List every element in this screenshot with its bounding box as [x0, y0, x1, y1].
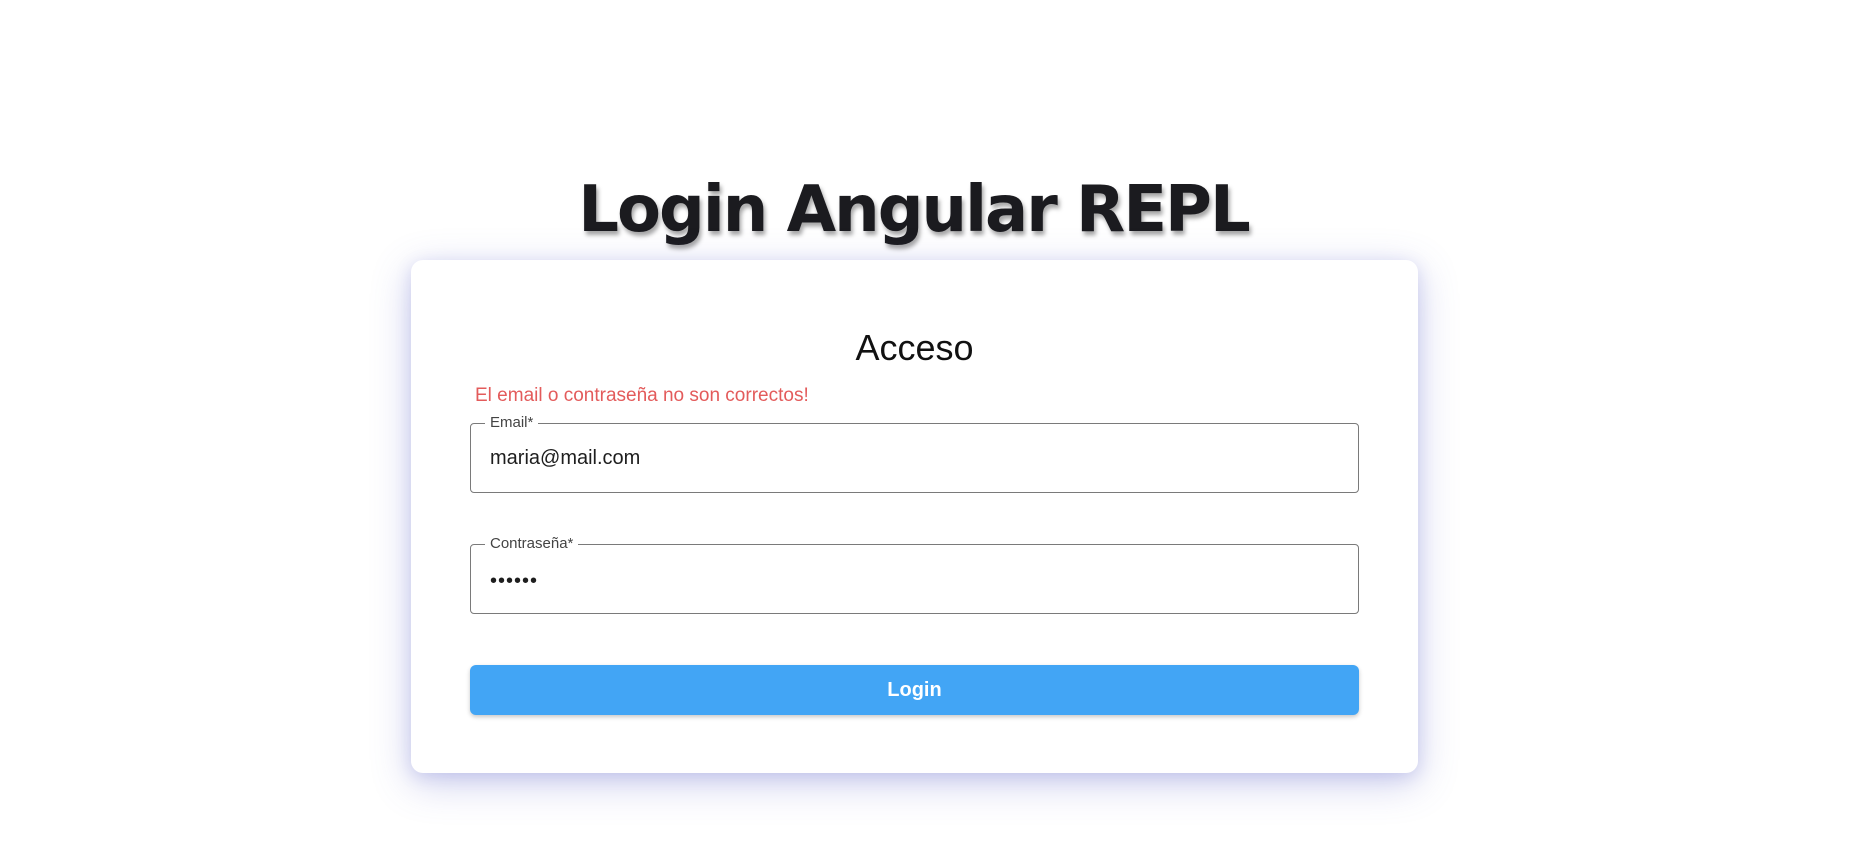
- card-title: Acceso: [855, 327, 974, 368]
- password-input[interactable]: [490, 547, 1330, 615]
- error-message: El email o contraseña no son correctos!: [475, 385, 809, 406]
- page: Login Angular REPL Acceso El email o con…: [0, 0, 1867, 841]
- email-field: Email*: [470, 414, 1359, 493]
- email-input[interactable]: [490, 424, 1330, 492]
- page-title: Login Angular REPL: [578, 173, 1250, 247]
- login-button[interactable]: Login: [470, 665, 1359, 715]
- password-field: Contraseña*: [470, 535, 1359, 615]
- login-card: Acceso El email o contraseña no son corr…: [411, 260, 1418, 773]
